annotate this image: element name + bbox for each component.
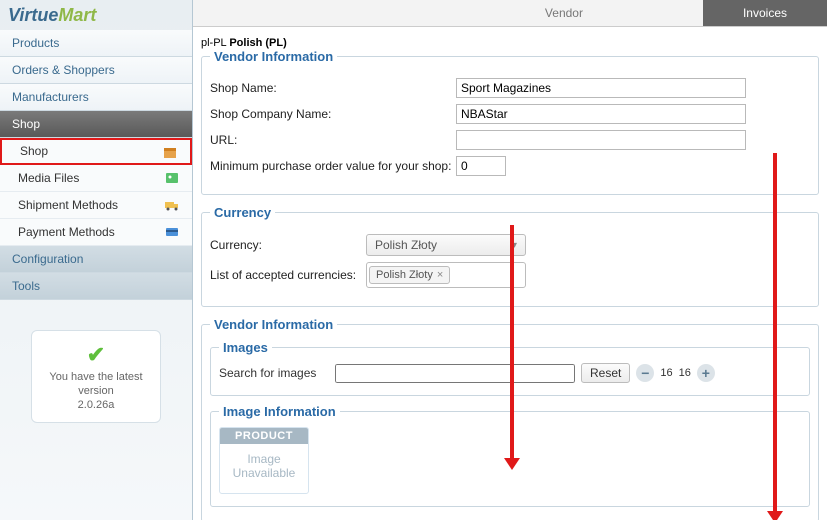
- label-accepted: List of accepted currencies:: [210, 268, 366, 282]
- pager-prev-button[interactable]: −: [636, 364, 654, 382]
- logo: VirtueMart: [0, 0, 192, 30]
- label-currency: Currency:: [210, 238, 366, 252]
- nav-tools[interactable]: Tools: [0, 273, 192, 300]
- sidebar-item-label: Payment Methods: [18, 219, 115, 246]
- update-version: 2.0.26a: [38, 398, 154, 412]
- min-purchase-input[interactable]: [456, 156, 506, 176]
- remove-token-icon[interactable]: ×: [437, 269, 443, 281]
- sidebar-item-label: Media Files: [18, 165, 79, 192]
- thumb-body: Image Unavailable: [220, 444, 308, 493]
- check-icon: ✔: [38, 341, 154, 370]
- pager-num: 16: [660, 367, 672, 379]
- nav: Products Orders & Shoppers Manufacturers…: [0, 30, 192, 300]
- nav-products[interactable]: Products: [0, 30, 192, 57]
- sidebar-item-shipment[interactable]: Shipment Methods: [0, 192, 192, 219]
- main: Vendor Invoices pl-PL Polish (PL) Vendor…: [193, 0, 827, 520]
- pager-num2: 16: [679, 367, 691, 379]
- shop-company-input[interactable]: [456, 104, 746, 124]
- legend-currency: Currency: [210, 205, 275, 220]
- label-min-purchase: Minimum purchase order value for your sh…: [210, 159, 456, 173]
- legend-images: Images: [219, 340, 272, 355]
- update-text: You have the latest version: [38, 370, 154, 399]
- shop-icon: [162, 144, 178, 160]
- annotation-arrow: [510, 225, 514, 460]
- search-images-input[interactable]: [335, 364, 575, 383]
- legend-image-info: Image Information: [219, 404, 340, 419]
- accepted-currencies[interactable]: Polish Złoty ×: [366, 262, 526, 288]
- tab-invoices[interactable]: Invoices: [703, 0, 827, 27]
- shop-name-input[interactable]: [456, 78, 746, 98]
- sidebar-item-payment[interactable]: Payment Methods: [0, 219, 192, 246]
- label-shop-company: Shop Company Name:: [210, 107, 456, 121]
- tab-vendor[interactable]: Vendor: [425, 0, 703, 27]
- card-icon: [164, 224, 180, 240]
- sidebar-item-media[interactable]: Media Files: [0, 165, 192, 192]
- nav-orders[interactable]: Orders & Shoppers: [0, 57, 192, 84]
- truck-icon: [164, 197, 180, 213]
- tabbar: Vendor Invoices: [193, 0, 827, 27]
- url-input[interactable]: [456, 130, 746, 150]
- sidebar-item-label: Shipment Methods: [18, 192, 118, 219]
- currency-token: Polish Złoty ×: [369, 266, 450, 284]
- legend-vendor-info2: Vendor Information: [210, 317, 337, 332]
- sidebar-item-label: Shop: [20, 138, 48, 165]
- thumb-header: PRODUCT: [220, 428, 308, 444]
- pager-next-button[interactable]: +: [697, 364, 715, 382]
- fieldset-vendor-info: Vendor Information Shop Name: Shop Compa…: [201, 49, 819, 195]
- label-search-images: Search for images: [219, 366, 329, 380]
- currency-select[interactable]: Polish Złoty: [366, 234, 526, 256]
- sidebar-item-shop[interactable]: Shop: [0, 138, 192, 165]
- nav-manufacturers[interactable]: Manufacturers: [0, 84, 192, 111]
- nav-shop[interactable]: Shop: [0, 111, 192, 138]
- label-shop-name: Shop Name:: [210, 81, 456, 95]
- nav-shop-sub: Shop Media Files Shipment Methods Paymen…: [0, 138, 192, 246]
- media-icon: [164, 170, 180, 186]
- sidebar: VirtueMart Products Orders & Shoppers Ma…: [0, 0, 193, 520]
- legend-vendor-info: Vendor Information: [210, 49, 337, 64]
- label-url: URL:: [210, 133, 456, 147]
- update-box: ✔ You have the latest version 2.0.26a: [31, 330, 161, 423]
- annotation-arrow: [773, 153, 777, 513]
- content: pl-PL Polish (PL) Vendor Information Sho…: [193, 27, 827, 520]
- product-thumb[interactable]: PRODUCT Image Unavailable: [219, 427, 309, 494]
- nav-configuration[interactable]: Configuration: [0, 246, 192, 273]
- locale: pl-PL Polish (PL): [201, 37, 819, 49]
- reset-button[interactable]: Reset: [581, 363, 630, 383]
